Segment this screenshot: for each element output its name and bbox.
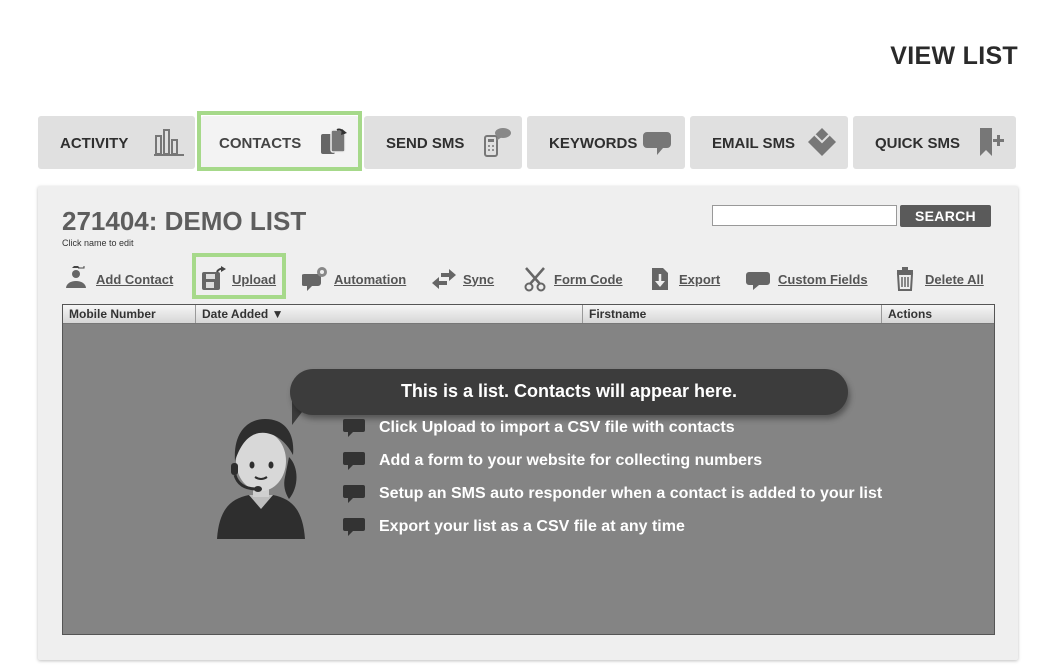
tip-text: Add a form to your website for collectin… — [379, 452, 763, 469]
tab-send-sms[interactable]: SEND SMS — [364, 116, 522, 169]
search-input[interactable] — [712, 205, 897, 226]
delete-all-button[interactable]: Delete All — [893, 266, 984, 292]
tip-item: Export your list as a CSV file at any ti… — [343, 516, 685, 538]
envelope-icon — [808, 128, 836, 156]
tip-item: Click Upload to import a CSV file with c… — [343, 417, 735, 439]
tab-quick-sms[interactable]: QUICK SMS — [853, 116, 1016, 169]
search-button[interactable]: SEARCH — [900, 205, 991, 227]
tab-label: QUICK SMS — [875, 135, 961, 152]
add-contact-button[interactable]: Add Contact — [64, 266, 173, 292]
speech-bubble-icon — [643, 132, 671, 155]
upload-highlight — [192, 253, 286, 299]
bookmark-plus-icon — [980, 128, 1004, 156]
list-panel: 271404: DEMO LIST Click name to edit SEA… — [38, 186, 1018, 660]
tab-label: KEYWORDS — [549, 135, 638, 152]
action-label: Delete All — [925, 271, 984, 287]
action-label: Automation — [334, 271, 407, 287]
action-label: Custom Fields — [778, 271, 868, 287]
tip-item: Setup an SMS auto responder when a conta… — [343, 483, 882, 505]
automation-button[interactable]: Automation — [302, 266, 406, 292]
custom-fields-icon — [746, 272, 770, 290]
list-title[interactable]: 271404: DEMO LIST — [62, 206, 306, 237]
column-mobile-number[interactable]: Mobile Number — [63, 305, 196, 323]
form-code-button[interactable]: Form Code — [522, 266, 623, 292]
custom-fields-button[interactable]: Custom Fields — [746, 266, 868, 292]
sync-icon — [432, 269, 456, 289]
chat-bullet-icon — [343, 452, 365, 470]
support-agent-icon — [217, 419, 305, 539]
column-date-added[interactable]: Date Added ▼ — [196, 305, 583, 323]
scissors-icon — [524, 267, 546, 292]
column-actions: Actions — [888, 307, 933, 321]
bar-chart-icon — [154, 129, 184, 156]
tab-label: EMAIL SMS — [712, 135, 796, 152]
phone-message-icon — [484, 128, 511, 157]
table-header: Mobile Number Date Added ▼ Firstname Act… — [63, 305, 994, 324]
tip-text: Setup an SMS auto responder when a conta… — [379, 485, 883, 502]
tab-label: SEND SMS — [386, 135, 465, 152]
empty-state-bubble: This is a list. Contacts will appear her… — [290, 369, 848, 415]
chat-bullet-icon — [343, 419, 365, 437]
export-icon — [652, 268, 668, 290]
action-label: Export — [679, 271, 721, 287]
action-label: Sync — [463, 271, 495, 287]
main-tabs: ACTIVITY CONTACTS SEND SMS KEYWORDS EMAI… — [38, 116, 1016, 169]
add-contact-icon — [66, 266, 86, 288]
automation-icon — [302, 267, 327, 291]
trash-icon — [896, 267, 914, 291]
column-firstname[interactable]: Firstname — [583, 305, 882, 323]
tip-item: Add a form to your website for collectin… — [343, 450, 762, 472]
contacts-tab-highlight — [197, 111, 362, 171]
tab-keywords[interactable]: KEYWORDS — [527, 116, 685, 169]
tab-label: ACTIVITY — [60, 135, 129, 152]
export-button[interactable]: Export — [647, 266, 720, 292]
tip-text: Export your list as a CSV file at any ti… — [379, 518, 685, 535]
action-label: Add Contact — [96, 271, 174, 287]
tip-text: Click Upload to import a CSV file with c… — [379, 419, 735, 436]
contacts-table: Mobile Number Date Added ▼ Firstname Act… — [62, 304, 995, 635]
action-label: Form Code — [554, 271, 623, 287]
chat-bullet-icon — [343, 518, 365, 536]
chat-bullet-icon — [343, 485, 365, 503]
list-title-hint: Click name to edit — [62, 238, 134, 248]
tab-activity[interactable]: ACTIVITY — [38, 116, 195, 169]
empty-state-headline: This is a list. Contacts will appear her… — [400, 381, 738, 401]
page-title: VIEW LIST — [890, 42, 1018, 70]
tab-email-sms[interactable]: EMAIL SMS — [690, 116, 848, 169]
sync-button[interactable]: Sync — [431, 266, 494, 292]
